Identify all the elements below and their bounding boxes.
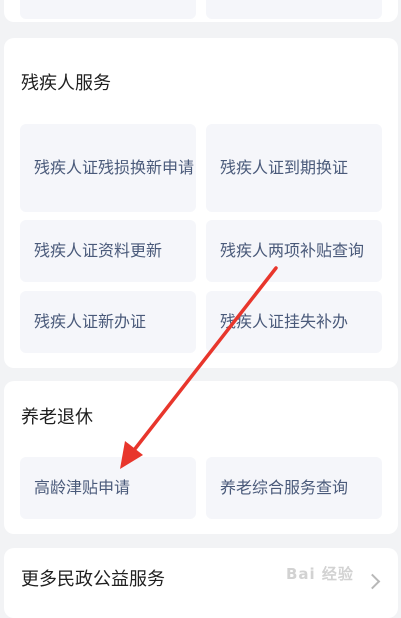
annotation-arrow-icon: [120, 266, 278, 469]
arrow-shaft: [129, 266, 278, 456]
